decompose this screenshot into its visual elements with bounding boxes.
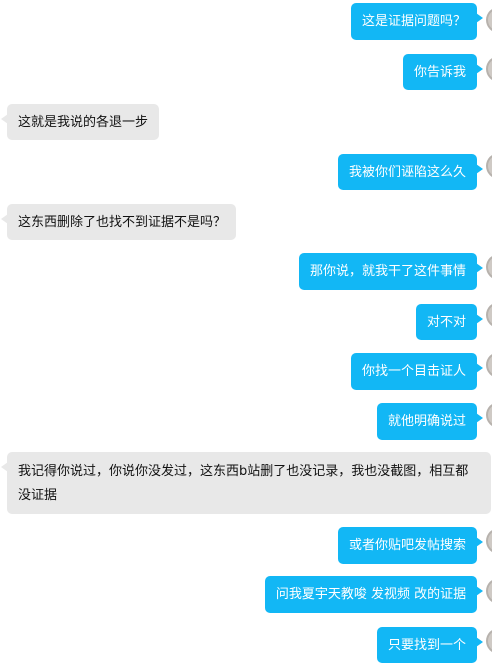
message-text: 那你说，就我干了这件事情: [309, 264, 466, 279]
user-avatar[interactable]: [486, 352, 492, 378]
message-bubble-outgoing: 这是证据问题吗？: [351, 3, 483, 40]
message-bubble-outgoing: 只要找到一个: [377, 627, 483, 663]
message-text: 对不对: [426, 314, 466, 330]
message-text: 这就是我说的各退一步: [18, 114, 149, 130]
message-text: 就他明确说过: [387, 414, 466, 429]
message-text: 这东西删除了也找不到证据不是吗？: [18, 214, 227, 230]
message-bubble-outgoing: 问我夏宇天教唆 发视频 改的证据: [265, 576, 483, 613]
message-bubble-outgoing: 对不对: [416, 304, 483, 340]
message-text: 我被你们诬陷这么久: [348, 164, 466, 180]
user-avatar[interactable]: [486, 578, 492, 604]
user-avatar[interactable]: [486, 628, 492, 654]
message-text: 这是证据问题吗？: [361, 14, 466, 29]
message-bubble-outgoing: 你找一个目击证人: [351, 353, 483, 390]
message-bubble-outgoing: 就他明确说过: [377, 403, 483, 440]
message-bubble-incoming: 这就是我说的各退一步: [1, 104, 159, 140]
message-bubble-incoming: 这东西删除了也找不到证据不是吗？: [1, 204, 236, 240]
message-text: 你告诉我: [413, 64, 466, 80]
user-avatar[interactable]: [486, 56, 492, 82]
message-text: 问我夏宇天教唆 发视频 改的证据: [275, 587, 467, 602]
message-text: 你找一个目击证人: [361, 364, 466, 379]
user-avatar[interactable]: [486, 528, 492, 554]
message-bubble-outgoing: 那你说，就我干了这件事情: [299, 253, 483, 290]
chat-window: 这是证据问题吗？ 你告诉我 这就是我说的各退一步 我被你们诬陷这么久 这东西删除…: [0, 0, 492, 663]
message-bubble-incoming: 我记得你说过，你说你没发过，这东西b站删了也没记录，我也没截图，相互都没证据: [1, 452, 491, 514]
message-text: 我记得你说过，你说你没发过，这东西b站删了也没记录，我也没截图，相互都没证据: [18, 464, 469, 503]
message-bubble-outgoing: 我被你们诬陷这么久: [338, 154, 483, 190]
message-bubble-outgoing: 或者你贴吧发帖搜索: [338, 527, 483, 564]
user-avatar[interactable]: [486, 254, 492, 280]
message-text: 只要找到一个: [387, 637, 466, 653]
user-avatar[interactable]: [486, 302, 492, 328]
user-avatar[interactable]: [486, 153, 492, 179]
user-avatar[interactable]: [486, 402, 492, 428]
message-bubble-outgoing: 你告诉我: [403, 54, 483, 90]
user-avatar[interactable]: [486, 7, 492, 33]
message-text: 或者你贴吧发帖搜索: [348, 538, 466, 553]
